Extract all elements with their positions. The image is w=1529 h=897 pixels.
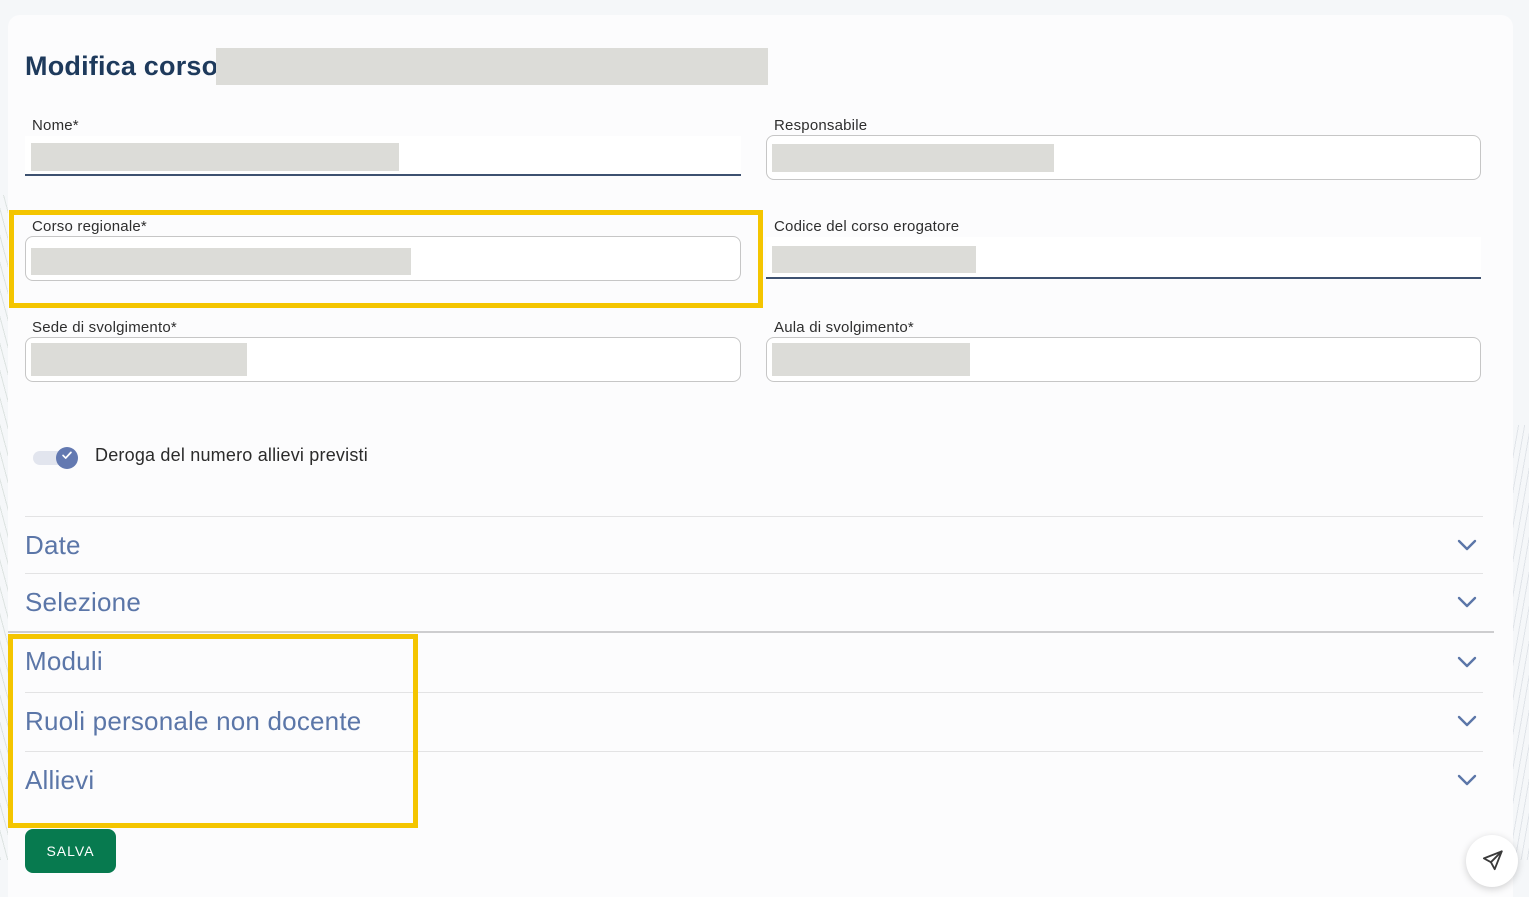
redacted-course-name [216,48,768,85]
accordion-label: Ruoli personale non docente [25,705,362,736]
chevron-down-icon [1457,539,1477,551]
accordion-label: Moduli [25,646,103,676]
toggle-thumb [56,446,78,469]
accordion-label: Allievi [25,764,95,795]
save-button[interactable]: SALVA [25,829,116,873]
accordion-section-date[interactable]: Date [8,516,1483,573]
accordion-section-ruoli-personale-non-docente[interactable]: Ruoli personale non docente [8,692,1483,749]
codice-corso-erogatore-field-label: Codice del corso erogatore [774,218,960,235]
corso-regionale-field-label: Corso regionale* [32,218,147,235]
redacted-value [31,143,399,171]
redacted-value [772,343,970,376]
deroga-toggle-row[interactable]: Deroga del numero allievi previsti [33,439,368,471]
redacted-value [31,343,247,376]
send-icon [1479,847,1505,876]
left-edge-decoration [0,195,8,860]
send-fab-button[interactable] [1466,835,1518,887]
accordion-section-selezione[interactable]: Selezione [8,573,1483,630]
redacted-value [772,246,976,273]
right-edge-decoration [1512,425,1529,860]
accordion-label: Date [25,529,81,560]
modifica-corso-page: Modifica corso Nome* Responsabile Corso … [0,0,1529,897]
redacted-value [31,248,411,275]
page-title: Modifica corso [25,51,219,81]
deroga-toggle[interactable] [33,446,78,469]
nome-field-label: Nome* [32,117,79,134]
chevron-down-icon [1457,656,1477,668]
chevron-down-icon [1457,774,1477,786]
redacted-value [772,144,1054,172]
sede-svolgimento-field-label: Sede di svolgimento* [32,319,177,336]
responsabile-field-label: Responsabile [774,117,868,134]
check-icon [60,448,74,467]
aula-svolgimento-field-label: Aula di svolgimento* [774,319,914,336]
accordion-section-allievi[interactable]: Allievi [8,751,1483,808]
form-card: Modifica corso Nome* Responsabile Corso … [8,15,1513,897]
chevron-down-icon [1457,715,1477,727]
accordion-label: Selezione [25,586,141,617]
deroga-toggle-label: Deroga del numero allievi previsti [95,444,368,465]
chevron-down-icon [1457,596,1477,608]
accordion-section-moduli[interactable]: Moduli [8,633,1483,690]
